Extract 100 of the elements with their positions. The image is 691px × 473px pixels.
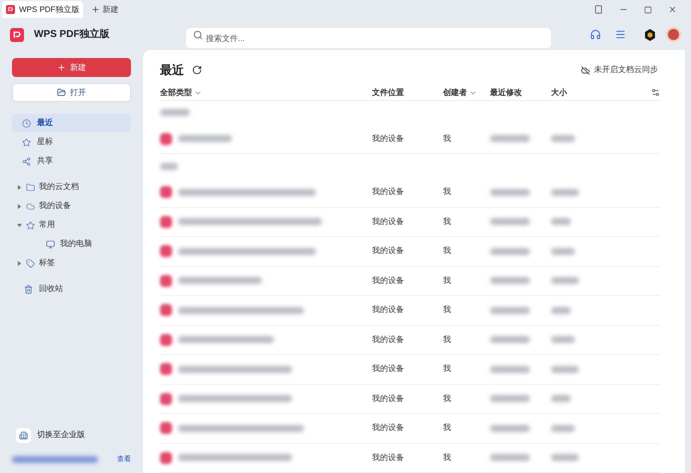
caret-down-icon[interactable] xyxy=(17,222,22,228)
column-header[interactable]: 最近修改 xyxy=(490,86,551,99)
pdf-logo-icon xyxy=(6,5,15,14)
table-cell-text: 我 xyxy=(443,304,452,316)
date-blur xyxy=(490,366,530,373)
tree-item[interactable]: 我的云文档 xyxy=(12,178,131,196)
column-settings-icon[interactable] xyxy=(651,88,660,98)
column-header[interactable]: 创建者 xyxy=(443,86,490,99)
file-row[interactable]: 我的设备 我 xyxy=(160,355,660,384)
caret-right-icon[interactable] xyxy=(17,260,22,266)
tree-item[interactable]: 标签 xyxy=(12,254,131,272)
sync-status[interactable]: 未开启文档云同步 xyxy=(581,64,658,76)
group-label-blur xyxy=(160,109,190,116)
date-blur xyxy=(490,395,530,402)
file-thumbnail-blur xyxy=(160,245,172,258)
refresh-icon[interactable] xyxy=(192,65,202,75)
table-cell-text: 我的设备 xyxy=(372,274,405,287)
file-row[interactable]: 我的设备 我 xyxy=(160,326,660,355)
column-header[interactable]: 全部类型 xyxy=(160,86,372,99)
date-blur xyxy=(490,218,530,226)
file-name-blur xyxy=(178,135,232,142)
file-row[interactable]: 我的设备 我 xyxy=(160,266,660,296)
file-row[interactable]: 我的设备 我 xyxy=(160,237,660,266)
app-tab[interactable]: WPS PDF独立版 xyxy=(2,1,84,18)
file-row[interactable]: 我的设备 我 xyxy=(160,444,660,473)
open-button[interactable]: 打开 xyxy=(12,83,131,102)
hexagon-badge-icon[interactable] xyxy=(644,28,656,40)
search-icon xyxy=(193,30,203,40)
tree-item[interactable]: 我的设备 xyxy=(12,197,131,215)
table-cell-text: 我 xyxy=(443,186,452,198)
table-cell-text: 我 xyxy=(443,245,452,258)
table-cell-text: 我的设备 xyxy=(372,304,405,316)
file-thumbnail-blur xyxy=(160,422,172,434)
file-row[interactable]: 我的设备 我 xyxy=(160,208,660,237)
search-field[interactable]: 搜索文件... xyxy=(186,28,551,48)
table-cell-text: 我的设备 xyxy=(372,245,405,258)
close-icon[interactable] xyxy=(668,5,677,14)
file-row[interactable]: 我的设备 我 xyxy=(160,178,660,208)
size-blur xyxy=(551,277,579,284)
tree-item[interactable]: 我的电脑 xyxy=(12,235,131,253)
table-cell-text: 我 xyxy=(443,132,452,145)
enterprise-switch-button[interactable]: 切换至企业版 xyxy=(12,428,131,442)
date-blur xyxy=(490,277,530,284)
table-cell-text: 我的设备 xyxy=(372,422,405,434)
share-icon xyxy=(22,156,31,166)
table-cell-text: 我 xyxy=(443,216,452,228)
table-cell-text: 我的设备 xyxy=(372,216,405,228)
sidebar-item[interactable]: 共享 xyxy=(12,152,131,170)
tree-item[interactable]: 常用 xyxy=(12,216,131,234)
tag-icon xyxy=(26,258,35,268)
file-row[interactable]: 我的设备 我 xyxy=(160,124,660,154)
size-blur xyxy=(551,188,579,196)
file-row[interactable]: 我的设备 我 xyxy=(160,384,660,414)
device-icon[interactable] xyxy=(594,5,603,14)
date-blur xyxy=(490,188,530,196)
table-cell-text: 我 xyxy=(443,274,452,287)
headset-icon[interactable] xyxy=(590,29,601,40)
pdf-logo-icon xyxy=(10,28,24,42)
table-cell-text: 我 xyxy=(443,452,452,464)
date-blur xyxy=(490,336,530,344)
file-thumbnail-blur xyxy=(160,363,172,376)
date-blur xyxy=(490,424,530,432)
table-cell-text: 我的设备 xyxy=(372,452,405,464)
caret-right-icon[interactable] xyxy=(17,204,22,208)
group-label-blur xyxy=(160,162,178,170)
date-blur xyxy=(490,248,530,255)
maximize-icon[interactable] xyxy=(644,6,652,14)
clock-icon xyxy=(22,118,31,128)
file-row[interactable]: 我的设备 我 xyxy=(160,414,660,444)
file-row[interactable]: 我的设备 我 xyxy=(160,296,660,326)
building-icon xyxy=(19,430,28,440)
page-title: 最近 xyxy=(160,62,184,79)
table-cell-text: 我的设备 xyxy=(372,132,405,145)
file-thumbnail-blur xyxy=(160,334,172,346)
plus-icon xyxy=(57,63,66,72)
new-button[interactable]: 新建 xyxy=(12,58,131,77)
size-blur xyxy=(551,248,575,255)
size-blur xyxy=(551,218,571,226)
file-thumbnail-blur xyxy=(160,186,172,198)
size-blur xyxy=(551,424,575,432)
avatar[interactable] xyxy=(666,27,681,42)
column-header[interactable]: 大小 xyxy=(551,86,591,99)
size-blur xyxy=(551,135,575,142)
file-thumbnail-blur xyxy=(160,392,172,405)
sidebar-item[interactable]: 最近 xyxy=(12,114,131,132)
plus-icon xyxy=(91,5,100,14)
new-tab-button[interactable]: 新建 xyxy=(87,4,122,16)
menu-icon[interactable] xyxy=(615,29,626,40)
cloud-icon xyxy=(26,202,35,210)
sidebar-item[interactable]: 星标 xyxy=(12,133,131,151)
size-blur xyxy=(551,336,575,344)
sidebar-item[interactable]: 回收站 xyxy=(12,280,131,298)
size-blur xyxy=(551,366,579,373)
table-cell-text: 我 xyxy=(443,422,452,434)
trash-icon xyxy=(24,284,33,294)
column-header[interactable]: 文件位置 xyxy=(372,86,443,99)
file-thumbnail-blur xyxy=(160,304,172,316)
cloud-off-icon xyxy=(581,66,590,74)
caret-right-icon[interactable] xyxy=(17,184,22,190)
app-name: WPS PDF独立版 xyxy=(34,27,110,42)
